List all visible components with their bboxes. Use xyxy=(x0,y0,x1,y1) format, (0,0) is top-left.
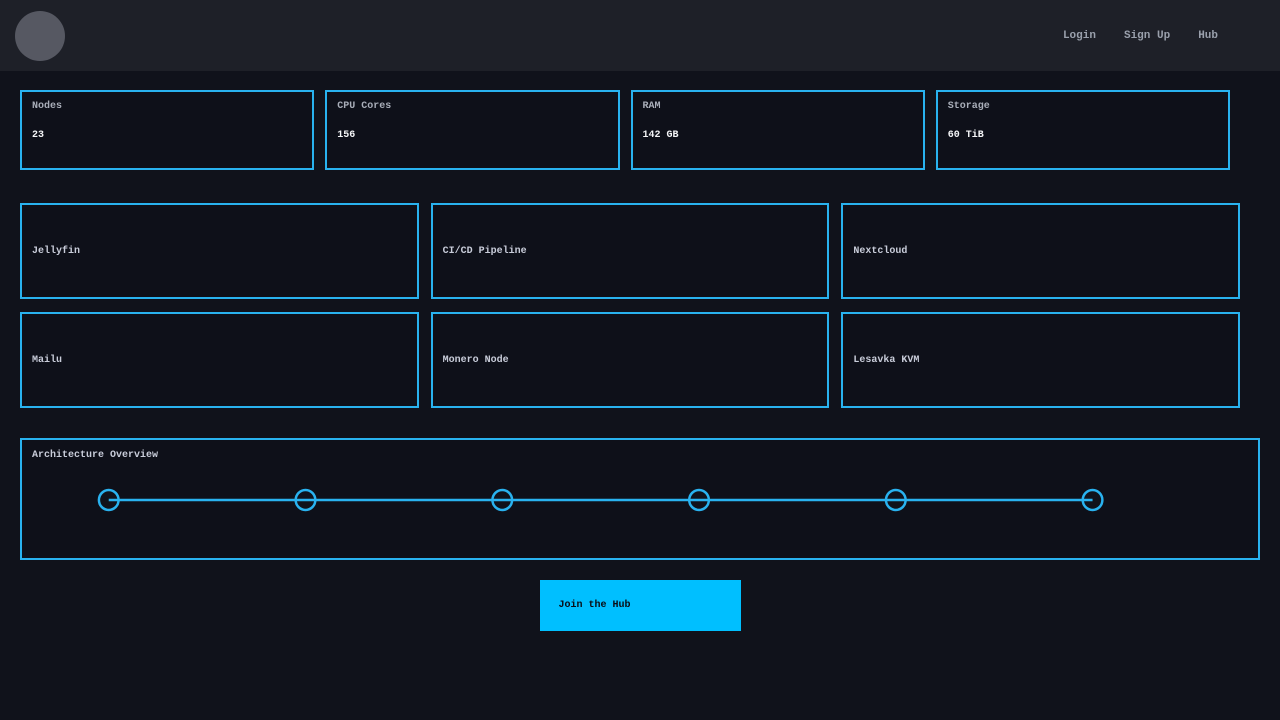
stat-label: RAM xyxy=(643,101,913,112)
service-card-cicd-pipeline[interactable]: CI/CD Pipeline xyxy=(431,203,830,299)
architecture-diagram xyxy=(32,465,1248,535)
avatar[interactable] xyxy=(15,11,65,61)
join-hub-button[interactable]: Join the Hub xyxy=(540,580,741,631)
stat-value: 156 xyxy=(337,130,607,141)
stat-label: Storage xyxy=(948,101,1218,112)
service-title: Nextcloud xyxy=(853,246,907,257)
nav-links: Login Sign Up Hub xyxy=(1063,30,1218,42)
service-title: CI/CD Pipeline xyxy=(443,246,527,257)
stat-card-storage: Storage 60 TiB xyxy=(936,90,1230,170)
nav-link-sign-up[interactable]: Sign Up xyxy=(1124,30,1170,42)
stat-label: Nodes xyxy=(32,101,302,112)
service-card-monero-node[interactable]: Monero Node xyxy=(431,312,830,408)
nav-link-hub[interactable]: Hub xyxy=(1198,30,1218,42)
architecture-overview-card: Architecture Overview xyxy=(20,438,1260,560)
cta-wrap: Join the Hub xyxy=(0,580,1280,631)
stat-card-cpu-cores: CPU Cores 156 xyxy=(325,90,619,170)
service-card-jellyfin[interactable]: Jellyfin xyxy=(20,203,419,299)
stats-row: Nodes 23 CPU Cores 156 RAM 142 GB Storag… xyxy=(20,90,1230,170)
services-grid: Jellyfin CI/CD Pipeline Nextcloud Mailu … xyxy=(20,203,1240,408)
service-title: Lesavka KVM xyxy=(853,355,919,366)
stat-value: 23 xyxy=(32,130,302,141)
architecture-overview-title: Architecture Overview xyxy=(32,450,1248,461)
top-nav: Login Sign Up Hub xyxy=(0,0,1280,71)
service-card-nextcloud[interactable]: Nextcloud xyxy=(841,203,1240,299)
service-title: Jellyfin xyxy=(32,246,80,257)
stat-label: CPU Cores xyxy=(337,101,607,112)
stat-value: 142 GB xyxy=(643,130,913,141)
stat-value: 60 TiB xyxy=(948,130,1218,141)
service-title: Monero Node xyxy=(443,355,509,366)
service-title: Mailu xyxy=(32,355,62,366)
service-card-lesavka-kvm[interactable]: Lesavka KVM xyxy=(841,312,1240,408)
stat-card-nodes: Nodes 23 xyxy=(20,90,314,170)
service-card-mailu[interactable]: Mailu xyxy=(20,312,419,408)
stat-card-ram: RAM 142 GB xyxy=(631,90,925,170)
nav-link-login[interactable]: Login xyxy=(1063,30,1096,42)
